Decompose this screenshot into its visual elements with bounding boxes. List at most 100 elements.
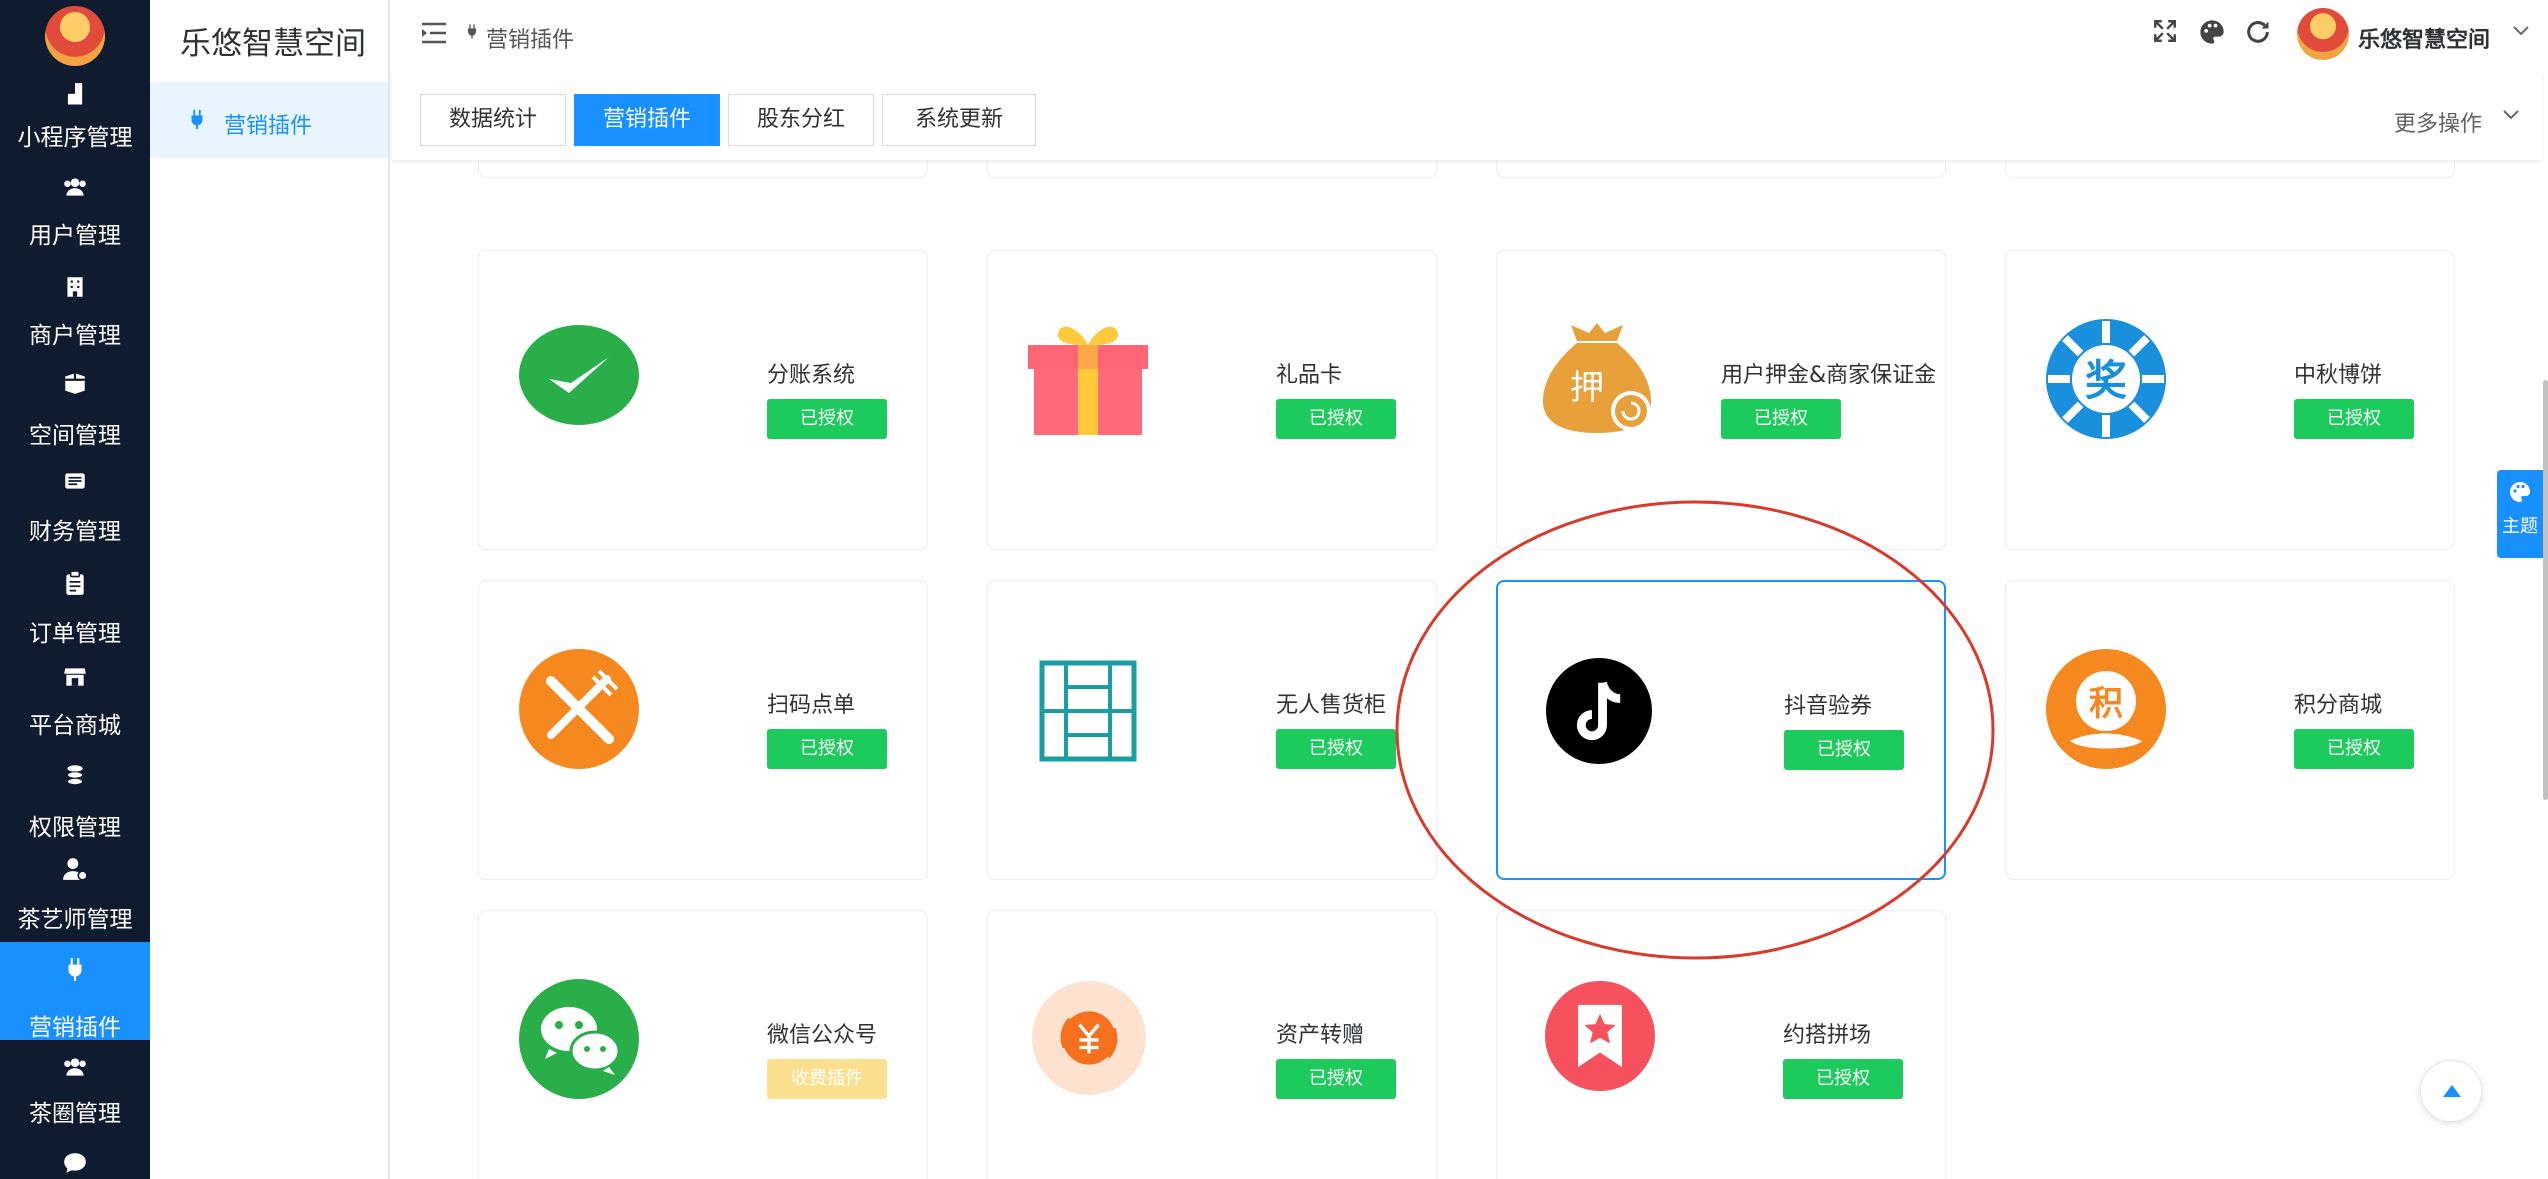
sidebar-item-mall[interactable]: 平台商城 xyxy=(0,660,150,756)
authorized-badge[interactable]: 已授权 xyxy=(1276,1059,1396,1099)
sidebar-item-label: 权限管理 xyxy=(29,815,121,841)
plugin-card-points-mall[interactable]: 积 积分商城 已授权 xyxy=(2005,580,2455,880)
tab-system-update[interactable]: 系统更新 xyxy=(882,94,1036,146)
plugin-card[interactable] xyxy=(1496,160,1946,178)
plugin-card-split-account[interactable]: 分账系统 已授权 xyxy=(478,250,928,550)
chat-icon[interactable] xyxy=(61,1150,89,1176)
chevron-down-icon[interactable] xyxy=(2512,18,2530,44)
points-glyph: 积 xyxy=(2089,684,2123,724)
brand-logo[interactable] xyxy=(45,6,105,66)
theme-button[interactable]: 主题 xyxy=(2497,470,2543,558)
plugin-card-asset-transfer[interactable]: 资产转赠 已授权 xyxy=(987,910,1437,1179)
sub-sidebar: 乐悠智慧空间 营销插件 xyxy=(150,0,390,1179)
theme-label: 主题 xyxy=(2502,516,2538,537)
yuan-transfer-icon xyxy=(1032,981,1146,1095)
sidebar-item-label: 商户管理 xyxy=(29,323,121,349)
authorized-badge[interactable]: 已授权 xyxy=(1276,399,1396,439)
points-icon: 积 xyxy=(2046,649,2166,769)
plugin-name: 抖音验券 xyxy=(1784,694,1873,719)
sidebar-item-label: 茶圈管理 xyxy=(29,1101,121,1127)
back-to-top-button[interactable] xyxy=(2420,1060,2482,1122)
bookmark-star-icon xyxy=(1545,981,1655,1091)
sidebar-item-finance[interactable]: 财务管理 xyxy=(0,466,150,562)
sidebar-item-label: 用户管理 xyxy=(29,223,121,249)
plugin-card-scan-order[interactable]: 扫码点单 已授权 xyxy=(478,580,928,880)
plugin-card-deposit[interactable]: 押 用户押金&商家保证金 已授权 xyxy=(1496,250,1946,550)
menu-toggle-icon[interactable] xyxy=(422,22,446,44)
plugin-name: 约搭拼场 xyxy=(1783,1023,1872,1048)
authorized-badge[interactable]: 已授权 xyxy=(767,399,887,439)
sidebar-item-orders[interactable]: 订单管理 xyxy=(0,564,150,660)
prize-glyph: 奖 xyxy=(2085,356,2127,405)
authorized-badge[interactable]: 已授权 xyxy=(2294,399,2414,439)
plugin-grid: 分账系统 已授权 礼品卡 已授权 押 用户押金&商家保证金 已授权 奖 中秋博饼… xyxy=(392,160,2542,1179)
sidebar-item-marketing-plugins[interactable]: 营销插件 xyxy=(0,942,150,1041)
sub-sidebar-title: 乐悠智慧空间 xyxy=(180,26,366,62)
sidebar-item-label: 平台商城 xyxy=(29,713,121,739)
main-sidebar: ▟ 小程序管理 用户管理 商户管理 空间管理 财务管理 订单管理 平台商城 权限… xyxy=(0,0,150,1179)
tab-shareholder-dividends[interactable]: 股东分红 xyxy=(728,94,874,146)
arrow-up-icon xyxy=(2443,1085,2461,1097)
douyin-icon xyxy=(1546,658,1652,764)
sidebar-item-miniprogram[interactable]: ▟ 小程序管理 xyxy=(0,68,150,164)
sidebar-item-tea-masters[interactable]: 茶艺师管理 xyxy=(0,854,150,950)
authorized-badge[interactable]: 已授权 xyxy=(2294,729,2414,769)
scrollbar-thumb[interactable] xyxy=(2543,380,2548,800)
vending-cabinet-icon xyxy=(1039,660,1137,762)
sidebar-item-tea-circle[interactable]: 茶圈管理 xyxy=(0,1048,150,1144)
user-avatar[interactable] xyxy=(2297,8,2349,60)
plugin-card-douyin-voucher[interactable]: 抖音验券 已授权 xyxy=(1496,580,1946,880)
authorized-badge[interactable]: 已授权 xyxy=(1783,1059,1903,1099)
plug-icon xyxy=(68,958,82,981)
sub-sidebar-item-marketing-plugins[interactable]: 营销插件 xyxy=(150,82,388,158)
plugin-name: 分账系统 xyxy=(767,363,856,388)
plugin-card-gift-card[interactable]: 礼品卡 已授权 xyxy=(987,250,1437,550)
fork-knife-icon xyxy=(519,649,639,769)
coins-icon xyxy=(66,765,84,786)
store-icon xyxy=(64,668,86,686)
tab-marketing-plugins[interactable]: 营销插件 xyxy=(574,94,720,146)
wechat-check-icon xyxy=(519,325,639,425)
plugin-name: 微信公众号 xyxy=(767,1023,878,1048)
authorized-badge[interactable]: 已授权 xyxy=(1276,729,1396,769)
palette-icon[interactable] xyxy=(2198,18,2226,46)
users-icon xyxy=(64,178,86,196)
plugin-card-vending[interactable]: 无人售货柜 已授权 xyxy=(987,580,1437,880)
user-name[interactable]: 乐悠智慧空间 xyxy=(2358,22,2490,54)
plugin-card-wechat-official[interactable]: 微信公众号 收费插件 xyxy=(478,910,928,1179)
more-actions-dropdown[interactable]: 更多操作 xyxy=(2394,106,2482,138)
sub-sidebar-item-label: 营销插件 xyxy=(224,114,313,139)
sidebar-item-label: 空间管理 xyxy=(29,423,121,449)
plugin-name: 礼品卡 xyxy=(1276,363,1343,388)
refresh-icon[interactable] xyxy=(2244,18,2272,46)
sidebar-item-label: 营销插件 xyxy=(29,1015,121,1041)
plugin-card[interactable] xyxy=(987,160,1437,178)
breadcrumb[interactable]: 营销插件 xyxy=(486,22,574,54)
plugin-name: 积分商城 xyxy=(2294,693,2383,718)
sidebar-item-merchants[interactable]: 商户管理 xyxy=(0,266,150,362)
plugin-name: 用户押金&商家保证金 xyxy=(1721,363,1937,388)
deposit-bag-icon: 押 xyxy=(1543,323,1651,433)
sidebar-item-label: 订单管理 xyxy=(29,621,121,647)
plug-icon xyxy=(468,24,476,39)
sidebar-item-permissions[interactable]: 权限管理 xyxy=(0,758,150,854)
authorized-badge[interactable]: 已授权 xyxy=(1784,730,1904,770)
plugin-card[interactable] xyxy=(478,160,928,178)
ledger-icon xyxy=(65,473,85,489)
palette-icon xyxy=(2510,482,2530,502)
chevron-down-icon[interactable] xyxy=(2502,102,2520,128)
sidebar-item-spaces[interactable]: 空间管理 xyxy=(0,366,150,462)
plugin-card[interactable] xyxy=(2005,160,2455,178)
plugin-name: 资产转赠 xyxy=(1276,1023,1365,1048)
sidebar-item-users[interactable]: 用户管理 xyxy=(0,168,150,264)
authorized-badge[interactable]: 已授权 xyxy=(767,729,887,769)
deposit-glyph: 押 xyxy=(1570,368,1604,408)
plugin-name: 扫码点单 xyxy=(767,693,856,718)
plugin-card-mid-autumn[interactable]: 奖 中秋博饼 已授权 xyxy=(2005,250,2455,550)
authorized-badge[interactable]: 已授权 xyxy=(1721,399,1841,439)
plugin-card-meetup[interactable]: 约搭拼场 已授权 xyxy=(1496,910,1946,1179)
tab-data-stats[interactable]: 数据统计 xyxy=(420,94,566,146)
paid-plugin-badge[interactable]: 收费插件 xyxy=(767,1059,887,1099)
fullscreen-icon[interactable] xyxy=(2152,18,2178,44)
top-header: 营销插件 乐悠智慧空间 xyxy=(392,0,2548,72)
